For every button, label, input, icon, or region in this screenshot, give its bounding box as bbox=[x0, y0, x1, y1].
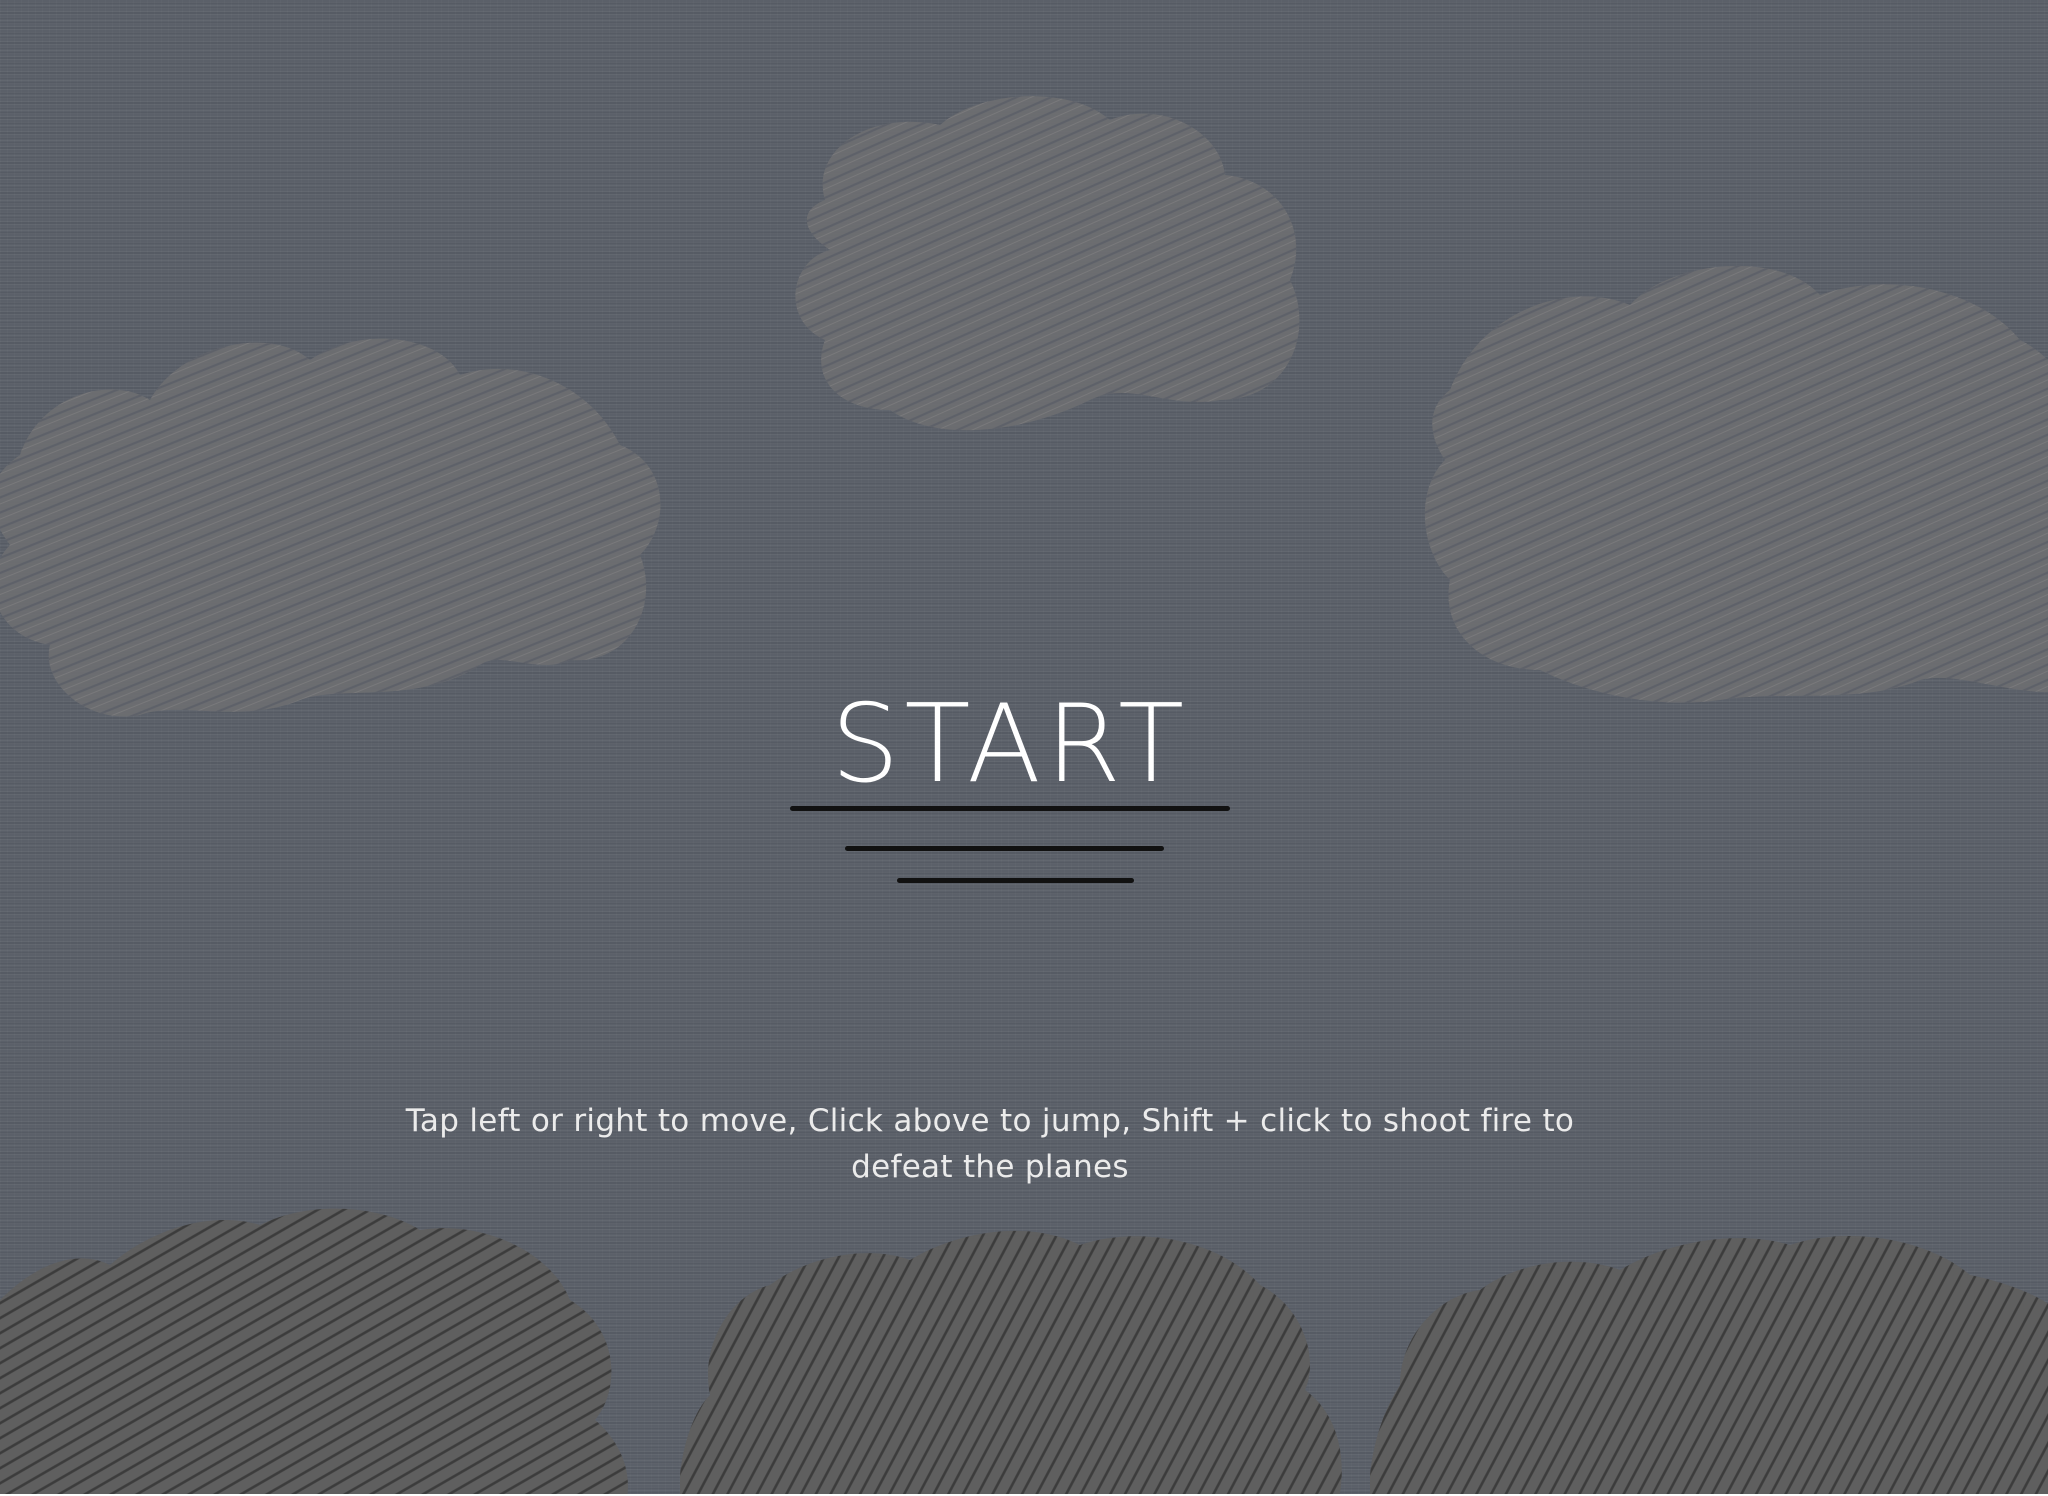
start-underline-top bbox=[790, 806, 1230, 811]
ground-cloud-center bbox=[680, 1215, 1350, 1494]
scribble-bush-icon bbox=[1370, 1236, 2048, 1494]
sky-cloud-right bbox=[1420, 250, 2048, 710]
scribble-cloud-icon bbox=[1424, 265, 2048, 703]
scribble-bush-icon bbox=[680, 1230, 1342, 1494]
start-button[interactable]: START bbox=[780, 680, 1240, 820]
game-canvas[interactable]: START Tap left or right to move, Click a… bbox=[0, 0, 2048, 1494]
scribble-cloud-icon bbox=[795, 96, 1300, 431]
scribble-bush-icon bbox=[0, 1208, 628, 1494]
start-underline-bottom bbox=[897, 878, 1134, 883]
ground-cloud-right bbox=[1370, 1215, 2048, 1494]
sky-cloud-left bbox=[0, 305, 680, 725]
start-label: START bbox=[830, 682, 1190, 807]
scribble-cloud-icon bbox=[0, 338, 661, 717]
instructions-text: Tap left or right to move, Click above t… bbox=[405, 1103, 1575, 1185]
ground-cloud-left bbox=[0, 1190, 640, 1494]
sky-cloud-top-center bbox=[770, 80, 1320, 460]
start-underline-middle bbox=[845, 846, 1164, 851]
